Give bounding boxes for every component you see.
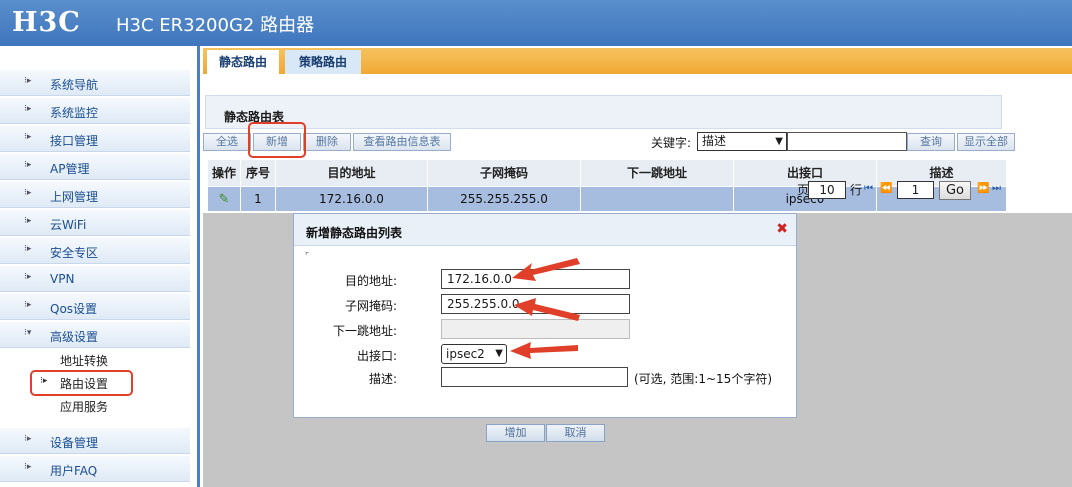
expand-icon: ⁝▸	[24, 188, 32, 198]
chevron-down-icon: ▼	[495, 348, 503, 359]
subnet-mask-field[interactable]: 255.255.0.0	[441, 294, 630, 314]
iface-label: 出接口:	[356, 349, 397, 363]
dest-address-field[interactable]: 172.16.0.0	[441, 269, 630, 289]
sidebar-item-cloud-wifi[interactable]: ⁝▸ 云WiFi	[0, 210, 190, 236]
keyword-select[interactable]: 描述 ▼	[697, 132, 787, 151]
add-route-dialog: 新增静态路由列表 ✖ ⌜ 目的地址: 172.16.0.0 子网掩码: 255.…	[293, 213, 797, 418]
cancel-button[interactable]: 取消	[546, 424, 605, 442]
expand-icon: ⁝▸	[24, 462, 32, 472]
sidebar-item-advanced[interactable]: ⁝▾ 高级设置	[0, 322, 190, 348]
description-field[interactable]	[441, 367, 628, 387]
interface-select[interactable]: ipsec2 ▼	[441, 344, 507, 364]
sidebar-item-qos[interactable]: ⁝▸ Qos设置	[0, 294, 190, 320]
expand-icon: ⁝▸	[24, 244, 32, 254]
sidebar-item-internet[interactable]: ⁝▸ 上网管理	[0, 182, 190, 208]
sidebar-item-faq[interactable]: ⁝▸ 用户FAQ	[0, 456, 190, 482]
close-icon[interactable]: ✖	[776, 221, 788, 237]
tab-policy-route[interactable]: 策略路由	[285, 50, 361, 74]
sidebar-subitem-app-service[interactable]: 应用服务	[60, 398, 108, 415]
annotation-box-add	[248, 122, 306, 158]
sidebar-item-device[interactable]: ⁝▸ 设备管理	[0, 428, 190, 454]
view-route-info-button[interactable]: 查看路由信息表	[353, 133, 451, 151]
annotation-box-routing	[30, 370, 133, 396]
nexthop-label: 下一跳地址:	[332, 324, 397, 338]
pager-rows-label: 行	[850, 183, 863, 197]
sidebar-item-ap[interactable]: ⁝▸ AP管理	[0, 154, 190, 180]
select-all-button[interactable]: 全选	[203, 133, 251, 151]
column-header: 下一跳地址	[581, 160, 734, 186]
table-cell: 1	[241, 187, 276, 211]
dialog-title: 新增静态路由列表	[306, 226, 403, 240]
per-page-input[interactable]: 10	[808, 181, 846, 199]
go-button[interactable]: Go	[939, 181, 971, 200]
sidebar-item-interface[interactable]: ⁝▸ 接口管理	[0, 126, 190, 152]
description-hint: (可选, 范围:1~15个字符)	[634, 372, 772, 386]
delete-button[interactable]: 删除	[303, 133, 351, 151]
prev-page-icon[interactable]: ⏪	[880, 183, 892, 194]
expand-icon: ⁝▸	[24, 434, 32, 444]
expand-icon: ⁝▸	[24, 132, 32, 142]
expand-icon: ⁝▸	[24, 76, 32, 86]
last-page-icon[interactable]: ⏭	[992, 183, 1001, 194]
dialog-titlebar: 新增静态路由列表 ✖	[294, 214, 796, 246]
sidebar-item-vpn[interactable]: ⁝▸ VPN	[0, 266, 190, 292]
product-title: H3C ER3200G2 路由器	[116, 15, 315, 36]
pencil-icon[interactable]: ✎	[219, 192, 230, 207]
table-cell: 172.16.0.0	[276, 187, 428, 211]
chevron-down-icon: ▼	[775, 136, 783, 147]
page-input[interactable]: 1	[897, 181, 934, 199]
expand-icon: ⁝▸	[24, 160, 32, 170]
table-cell	[581, 187, 734, 211]
expand-icon: ⁝▸	[24, 272, 32, 282]
first-page-icon[interactable]: ⏮	[864, 183, 873, 194]
show-all-button[interactable]: 显示全部	[957, 133, 1015, 151]
sidebar-item-system-nav[interactable]: ⁝▸ 系统导航	[0, 70, 190, 96]
dest-label: 目的地址:	[344, 274, 397, 288]
desc-label: 描述:	[368, 372, 397, 386]
expand-icon: ⁝▸	[24, 216, 32, 226]
sidebar-subitem-nat[interactable]: 地址转换	[60, 352, 108, 369]
panel-header: 静态路由表	[205, 95, 1002, 129]
next-page-icon[interactable]: ⏩	[977, 183, 989, 194]
query-button[interactable]: 查询	[907, 133, 955, 151]
app-header: H3C H3C ER3200G2 路由器	[0, 0, 1072, 46]
keyword-label: 关键字:	[651, 136, 692, 150]
nexthop-field[interactable]	[441, 319, 630, 339]
expand-icon: ⁝▸	[24, 104, 32, 114]
sidebar-item-security[interactable]: ⁝▸ 安全专区	[0, 238, 190, 264]
corner-mark-icon: ⌜	[305, 252, 310, 262]
column-header: 操作	[208, 160, 241, 186]
column-header: 子网掩码	[428, 160, 581, 186]
sidebar: ⁝▸ 系统导航 ⁝▸ 系统监控 ⁝▸ 接口管理 ⁝▸ AP管理 ⁝▸ 上网管理 …	[0, 46, 200, 487]
h3c-logo: H3C	[12, 7, 81, 38]
keyword-input[interactable]	[787, 132, 907, 151]
mask-label: 子网掩码:	[344, 299, 397, 313]
column-header: 序号	[241, 160, 276, 186]
collapse-icon: ⁝▾	[24, 328, 32, 338]
sidebar-item-monitor[interactable]: ⁝▸ 系统监控	[0, 98, 190, 124]
tab-static-route[interactable]: 静态路由	[207, 50, 279, 74]
add-confirm-button[interactable]: 增加	[486, 424, 545, 442]
column-header: 目的地址	[276, 160, 428, 186]
edit-cell[interactable]: ✎	[208, 187, 241, 211]
expand-icon: ⁝▸	[24, 300, 32, 310]
tab-bar: 静态路由 策略路由	[203, 48, 1072, 74]
table-cell: 255.255.255.0	[428, 187, 581, 211]
